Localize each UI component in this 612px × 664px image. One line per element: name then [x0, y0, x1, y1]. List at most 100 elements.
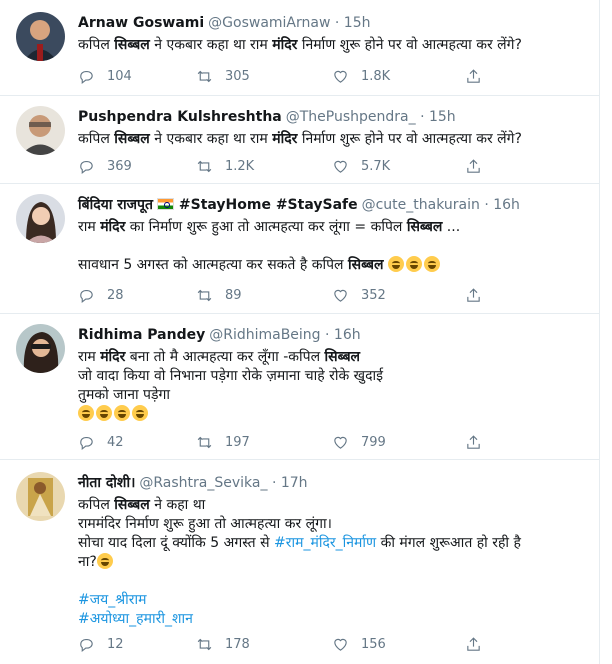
- laughing-emoji-icon: [78, 405, 94, 421]
- author-handle[interactable]: @ThePushpendra_: [286, 109, 416, 125]
- rofl-emoji-icon: [114, 405, 130, 421]
- like-count: 1.8K: [361, 68, 391, 84]
- tweet-text: कपिल सिब्बल ने एकबार कहा था राम मंदिर नि…: [78, 37, 522, 53]
- avatar[interactable]: [16, 472, 65, 521]
- retweet-button[interactable]: 305: [196, 66, 250, 86]
- author-name[interactable]: Pushpendra Kulshreshtha: [78, 109, 282, 125]
- reply-count: 28: [107, 287, 124, 303]
- reply-icon: [80, 160, 93, 174]
- rofl-emoji-icon: [96, 405, 112, 421]
- reply-icon: [80, 70, 93, 84]
- timestamp[interactable]: · 17h: [272, 475, 308, 491]
- retweet-icon: [197, 70, 212, 82]
- author-name[interactable]: नीता दोशी।: [78, 475, 135, 491]
- timestamp[interactable]: · 15h: [420, 109, 456, 125]
- tweet-text: राम मंदिर बना तो मै आत्महत्या कर लूँगा -…: [78, 348, 588, 424]
- tweet-text: राम मंदिर का निर्माण शुरू हुआ तो आत्महत्…: [78, 219, 461, 273]
- author-name[interactable]: Arnaw Goswami: [78, 15, 204, 31]
- share-icon: [467, 434, 480, 449]
- tweet[interactable]: बिंदिया राजपूत #StayHome #StaySafe @cute_…: [0, 184, 600, 314]
- retweet-icon: [197, 160, 212, 172]
- share-icon: [467, 158, 480, 173]
- author-name[interactable]: बिंदिया राजपूत: [78, 197, 153, 213]
- like-count: 156: [361, 636, 386, 652]
- retweet-count: 305: [225, 68, 250, 84]
- share-button[interactable]: [465, 66, 494, 86]
- author-handle[interactable]: @Rashtra_Sevika_: [139, 475, 267, 491]
- author-handle[interactable]: @cute_thakurain: [362, 197, 480, 213]
- like-button[interactable]: 5.7K: [332, 156, 390, 176]
- avatar[interactable]: [16, 106, 65, 155]
- timestamp[interactable]: · 16h: [325, 327, 361, 343]
- like-count: 799: [361, 434, 386, 450]
- share-button[interactable]: [465, 432, 494, 452]
- share-button[interactable]: [465, 156, 494, 176]
- avatar[interactable]: [16, 12, 65, 61]
- tweet[interactable]: Ridhima Pandey @RidhimaBeing · 16h राम मं…: [0, 314, 600, 460]
- like-count: 352: [361, 287, 386, 303]
- retweet-count: 178: [225, 636, 250, 652]
- reply-button[interactable]: 104: [78, 66, 132, 86]
- author-handle[interactable]: @RidhimaBeing: [209, 327, 320, 343]
- reply-button[interactable]: 28: [78, 285, 124, 305]
- reply-button[interactable]: 12: [78, 634, 124, 654]
- reply-button[interactable]: 369: [78, 156, 132, 176]
- tweet-actions: 28 89 352: [78, 285, 498, 305]
- tweet-actions: 104 305 1.8K: [78, 66, 498, 86]
- rofl-emoji-icon: [132, 405, 148, 421]
- like-button[interactable]: 352: [332, 285, 386, 305]
- hashtag-link[interactable]: #राम_मंदिर_निर्माण: [274, 535, 376, 551]
- author-handle[interactable]: @GoswamiArnaw: [208, 15, 330, 31]
- retweet-count: 197: [225, 434, 250, 450]
- reply-count: 369: [107, 158, 132, 174]
- retweet-button[interactable]: 178: [196, 634, 250, 654]
- reply-count: 104: [107, 68, 132, 84]
- retweet-button[interactable]: 89: [196, 285, 242, 305]
- tweet[interactable]: Arnaw Goswami @GoswamiArnaw · 15h कपिल सि…: [0, 0, 600, 96]
- like-icon: [334, 436, 347, 449]
- retweet-icon: [197, 289, 212, 301]
- like-button[interactable]: 799: [332, 432, 386, 452]
- tweet-text: कपिल सिब्बल ने एकबार कहा था राम मंदिर नि…: [78, 131, 522, 147]
- share-button[interactable]: [465, 634, 494, 654]
- reply-count: 12: [107, 636, 124, 652]
- author-name[interactable]: Ridhima Pandey: [78, 327, 205, 343]
- tweet-text: कपिल सिब्बल ने कहा था राममंदिर निर्माण श…: [78, 497, 521, 627]
- avatar[interactable]: [16, 194, 65, 243]
- like-button[interactable]: 156: [332, 634, 386, 654]
- tweet[interactable]: नीता दोशी। @Rashtra_Sevika_ · 17h कपिल सि…: [0, 460, 600, 664]
- avatar[interactable]: [16, 324, 65, 373]
- share-icon: [467, 636, 480, 651]
- hashtag-link[interactable]: #अयोध्या_हमारी_शान: [78, 611, 193, 627]
- timestamp[interactable]: · 15h: [335, 15, 371, 31]
- reply-icon: [80, 289, 93, 303]
- retweet-icon: [197, 638, 212, 650]
- like-button[interactable]: 1.8K: [332, 66, 390, 86]
- laughing-emoji-icon: [96, 553, 113, 569]
- tweet-actions: 369 1.2K 5.7K: [78, 156, 498, 176]
- like-icon: [334, 160, 347, 173]
- reply-icon: [80, 436, 93, 450]
- timestamp[interactable]: · 16h: [484, 197, 520, 213]
- tweet[interactable]: Pushpendra Kulshreshtha @ThePushpendra_ ·…: [0, 96, 600, 184]
- tongue-emoji-icon: [423, 256, 440, 272]
- laughing-emoji-icon: [387, 256, 404, 272]
- reply-button[interactable]: 42: [78, 432, 124, 452]
- like-icon: [334, 638, 347, 651]
- share-button[interactable]: [465, 285, 494, 305]
- tweet-actions: 42 197 799: [78, 432, 498, 452]
- retweet-icon: [197, 436, 212, 448]
- reply-count: 42: [107, 434, 124, 450]
- share-icon: [467, 287, 480, 302]
- retweet-count: 1.2K: [225, 158, 255, 174]
- retweet-count: 89: [225, 287, 242, 303]
- share-icon: [467, 68, 480, 83]
- hashtag-link[interactable]: #जय_श्रीराम: [78, 592, 147, 608]
- tweet-actions: 12 178 156: [78, 634, 498, 654]
- retweet-button[interactable]: 1.2K: [196, 156, 254, 176]
- author-name-tags[interactable]: #StayHome #StaySafe: [179, 197, 358, 213]
- like-count: 5.7K: [361, 158, 391, 174]
- retweet-button[interactable]: 197: [196, 432, 250, 452]
- reply-icon: [80, 638, 93, 652]
- like-icon: [334, 70, 347, 83]
